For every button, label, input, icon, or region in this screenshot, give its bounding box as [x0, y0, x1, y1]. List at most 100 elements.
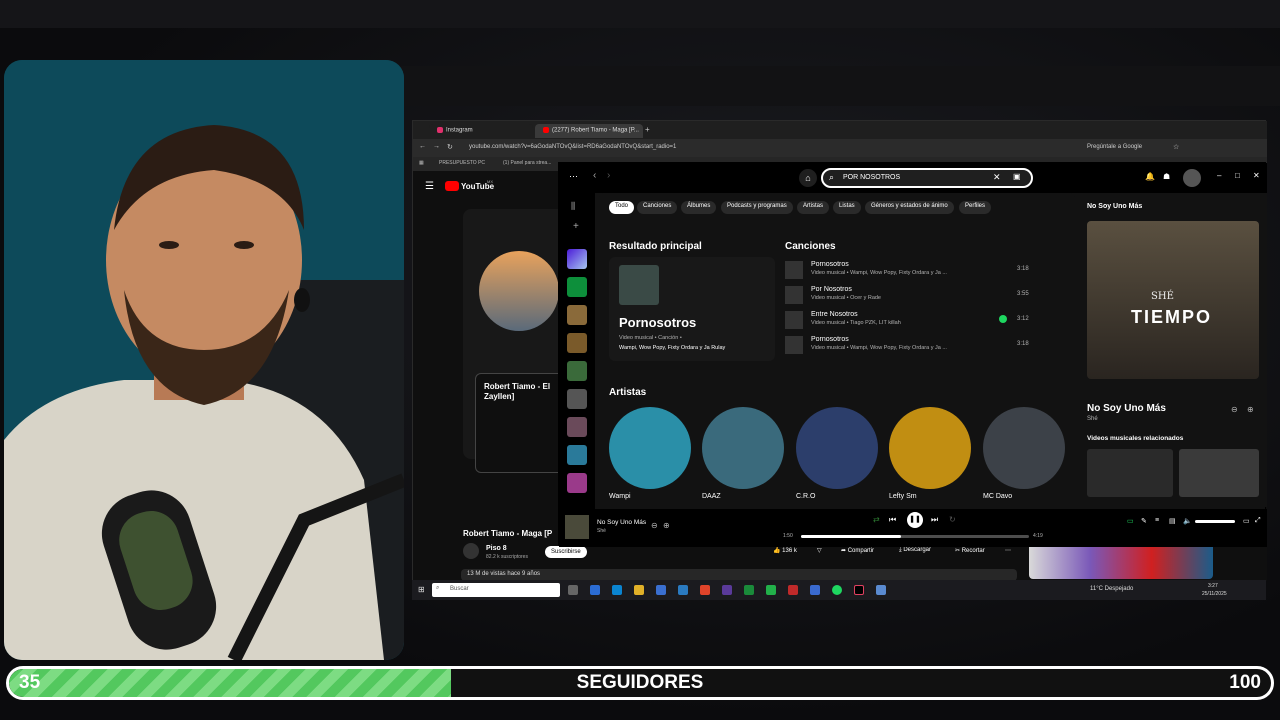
related-thumbnails[interactable]: [1029, 543, 1213, 579]
library-item[interactable]: [567, 361, 587, 381]
pause-button[interactable]: ❚❚: [907, 512, 923, 528]
lyrics-icon[interactable]: ✎: [1141, 517, 1147, 525]
previous-icon[interactable]: ⏮: [889, 515, 896, 525]
app-icon[interactable]: [876, 585, 886, 595]
spotify-icon[interactable]: [832, 585, 842, 595]
mail-icon[interactable]: [678, 585, 688, 595]
file-explorer-icon[interactable]: [634, 585, 644, 595]
app-icon[interactable]: [590, 585, 600, 595]
download-button[interactable]: ⤓ Descargar: [899, 547, 931, 554]
reload-icon[interactable]: ↻: [447, 143, 453, 151]
share-button[interactable]: ➦ Compartir: [841, 547, 874, 554]
create-icon[interactable]: +: [573, 221, 579, 232]
back-icon[interactable]: ←: [419, 143, 426, 150]
bell-icon[interactable]: 🔔: [1145, 172, 1155, 181]
maximize-icon[interactable]: □: [1235, 171, 1240, 180]
forward-icon[interactable]: →: [433, 143, 440, 150]
minimize-icon[interactable]: –: [1217, 171, 1221, 180]
library-item[interactable]: [567, 473, 587, 493]
channel-avatar[interactable]: [463, 543, 479, 559]
taskbar-search[interactable]: ⌕ Buscar: [432, 583, 560, 597]
shuffle-icon[interactable]: ⇄: [873, 515, 880, 524]
chip-albums[interactable]: Álbumes: [681, 201, 717, 214]
edge-icon[interactable]: [612, 585, 622, 595]
apps-icon[interactable]: ▦: [419, 160, 424, 166]
player-artist[interactable]: Shé: [597, 528, 606, 534]
close-icon[interactable]: ✕: [1253, 171, 1260, 180]
library-item[interactable]: [567, 445, 587, 465]
now-playing-artist[interactable]: Shé: [1087, 416, 1098, 422]
bookmark-item[interactable]: (1) Panel para strea...: [503, 160, 551, 166]
whatsapp-icon[interactable]: [766, 585, 776, 595]
tiktok-icon[interactable]: [854, 585, 864, 595]
clock-time[interactable]: 3:27: [1208, 583, 1218, 589]
chip-songs[interactable]: Canciones: [637, 201, 678, 214]
app-icon[interactable]: [722, 585, 732, 595]
artist-card[interactable]: DAAZ: [702, 407, 786, 507]
miniplayer-icon[interactable]: ▭: [1243, 517, 1250, 525]
liked-songs-icon[interactable]: [567, 249, 587, 269]
friends-icon[interactable]: ☗: [1163, 172, 1170, 181]
tab-instagram[interactable]: Instagram: [429, 124, 533, 138]
library-item[interactable]: [567, 305, 587, 325]
weather-widget[interactable]: 11°C Despejado: [1090, 586, 1133, 592]
related-video-thumb[interactable]: [1087, 449, 1173, 497]
add-circle-icon[interactable]: ⊕: [1247, 405, 1254, 414]
top-result-card[interactable]: Pornosotros Video musical • Canción • Wa…: [609, 257, 775, 361]
artist-card[interactable]: Lefty Sm: [889, 407, 973, 507]
tab-youtube[interactable]: (2277) Robert Tiamo - Maga [P...: [535, 124, 643, 138]
volume-slider[interactable]: [1195, 520, 1235, 523]
store-icon[interactable]: [656, 585, 666, 595]
playback-progress[interactable]: [801, 535, 1029, 538]
dislike-icon[interactable]: ▽: [817, 547, 822, 554]
now-playing-view-icon[interactable]: ▭: [1127, 517, 1134, 525]
subscribe-button[interactable]: Suscribirse: [545, 546, 587, 558]
app-icon[interactable]: [788, 585, 798, 595]
song-row[interactable]: Pornosotros Video musical • Wampi, Wow P…: [785, 334, 1065, 358]
artist-card[interactable]: MC Davo: [983, 407, 1067, 507]
chip-artists[interactable]: Artistas: [797, 201, 830, 214]
library-icon[interactable]: ⫼: [571, 201, 575, 212]
chip-profiles[interactable]: Perfiles: [959, 201, 992, 214]
song-row[interactable]: Pornosotros Video musical • Wampi, Wow P…: [785, 259, 1065, 283]
volume-icon[interactable]: 🔈: [1183, 517, 1192, 525]
repeat-icon[interactable]: ↻: [949, 515, 956, 524]
spotify-menu-icon[interactable]: ⋯: [569, 171, 578, 182]
library-item[interactable]: [567, 389, 587, 409]
home-icon[interactable]: ⌂: [799, 169, 817, 187]
profile-avatar[interactable]: [1183, 169, 1201, 187]
saved-check-icon[interactable]: [999, 315, 1007, 323]
browse-icon[interactable]: ▣: [1013, 172, 1021, 181]
fullscreen-icon[interactable]: ⤢: [1255, 517, 1261, 525]
minus-circle-icon[interactable]: ⊖: [651, 521, 658, 530]
library-item[interactable]: [567, 333, 587, 353]
clock-date[interactable]: 25/11/2025: [1202, 591, 1227, 597]
task-view-icon[interactable]: [568, 585, 578, 595]
saved-episodes-icon[interactable]: [567, 277, 587, 297]
youtube-logo-icon[interactable]: [445, 181, 459, 191]
chrome-icon[interactable]: [700, 585, 710, 595]
song-row[interactable]: Entre Nosotros Video musical • Tiago PZK…: [785, 309, 1065, 333]
back-icon[interactable]: ‹: [593, 170, 596, 181]
bookmark-item[interactable]: PRESUPUESTO PC: [439, 160, 485, 166]
related-video-thumb[interactable]: [1179, 449, 1259, 497]
chip-all[interactable]: Todo: [609, 201, 635, 214]
app-icon[interactable]: [810, 585, 820, 595]
forward-icon[interactable]: ›: [607, 170, 610, 181]
chip-genres[interactable]: Géneros y estados de ánimo: [865, 201, 954, 214]
player-title[interactable]: No Soy Uno Más: [597, 519, 646, 526]
minus-circle-icon[interactable]: ⊖: [1231, 405, 1238, 414]
star-icon[interactable]: ☆: [1173, 143, 1179, 151]
like-button[interactable]: 👍 136 k: [773, 547, 797, 554]
menu-icon[interactable]: ☰: [425, 181, 434, 192]
artist-card[interactable]: C.R.O: [796, 407, 880, 507]
song-row[interactable]: Por Nosotros Video musical • Ocer y Rade…: [785, 284, 1065, 308]
channel-name[interactable]: Piso 8: [486, 545, 507, 552]
search-input[interactable]: ⌕ POR NOSOTROS ✕ ▣: [821, 168, 1033, 188]
clip-button[interactable]: ✂ Recortar: [955, 547, 985, 554]
chip-podcasts[interactable]: Podcasts y programas: [721, 201, 793, 214]
player-cover[interactable]: [565, 515, 589, 539]
url-field[interactable]: youtube.com/watch?v=6aGodaNTOvQ&list=RD6…: [469, 144, 676, 150]
new-tab-icon[interactable]: +: [645, 125, 650, 134]
next-icon[interactable]: ⏭: [931, 515, 938, 525]
